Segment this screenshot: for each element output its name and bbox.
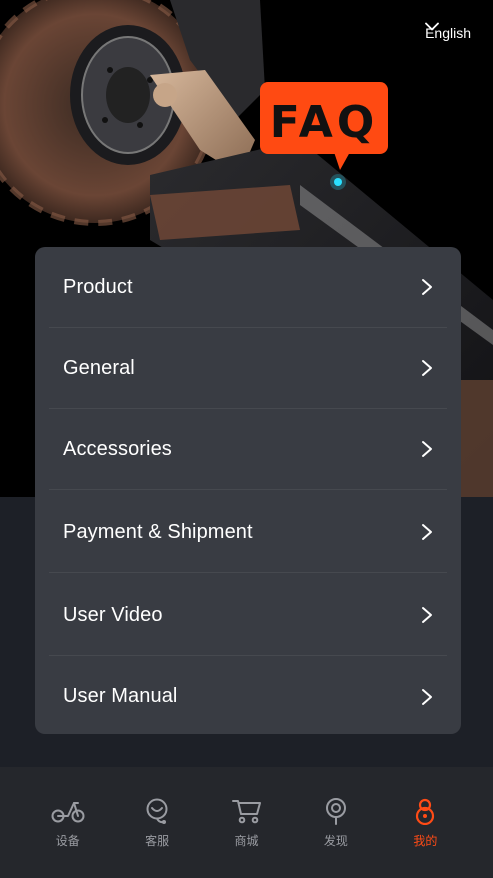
faq-item-label: Product [63,275,133,298]
chevron-right-icon [422,607,432,623]
profile-icon [416,798,435,825]
tab-shop[interactable]: 商城 [202,797,291,849]
tab-label: 商城 [234,834,259,848]
chevron-right-icon [422,441,432,457]
tab-label: 发现 [323,834,348,848]
chevron-right-icon [422,279,432,295]
faq-item-accessories[interactable]: Accessories [49,409,447,490]
scooter-icon [51,802,85,823]
discover-icon [325,798,346,825]
faq-item-user-manual[interactable]: User Manual [49,656,447,734]
tab-support[interactable]: 客服 [112,797,201,849]
faq-item-product[interactable]: Product [49,247,447,328]
faq-list: Product General Accessories Payment & Sh… [35,247,461,734]
faq-item-label: Payment & Shipment [63,520,253,543]
tab-device[interactable]: 设备 [23,797,112,849]
bottom-tab-bar: 设备 客服 商城 发现 我的 [0,767,493,878]
faq-item-user-video[interactable]: User Video [49,575,447,656]
faq-item-payment-shipment[interactable]: Payment & Shipment [49,492,447,573]
chevron-down-icon [425,22,439,31]
tab-label: 我的 [413,834,438,848]
support-icon [146,798,168,824]
chevron-right-icon [422,360,432,376]
chevron-right-icon [422,688,432,705]
faq-item-label: User Manual [63,685,178,707]
faq-item-label: User Video [63,603,163,626]
chevron-right-icon [422,524,432,540]
faq-item-label: General [63,356,135,379]
tab-profile[interactable]: 我的 [381,797,470,849]
faq-badge: FAQ [260,82,388,170]
language-selector[interactable]: English [425,22,471,44]
faq-badge-text: FAQ [270,97,378,148]
cart-icon [231,800,261,824]
tab-label: 客服 [145,834,170,848]
faq-item-label: Accessories [63,437,172,460]
tab-label: 设备 [55,834,80,848]
faq-item-general[interactable]: General [49,328,447,409]
tab-discover[interactable]: 发现 [291,797,380,849]
